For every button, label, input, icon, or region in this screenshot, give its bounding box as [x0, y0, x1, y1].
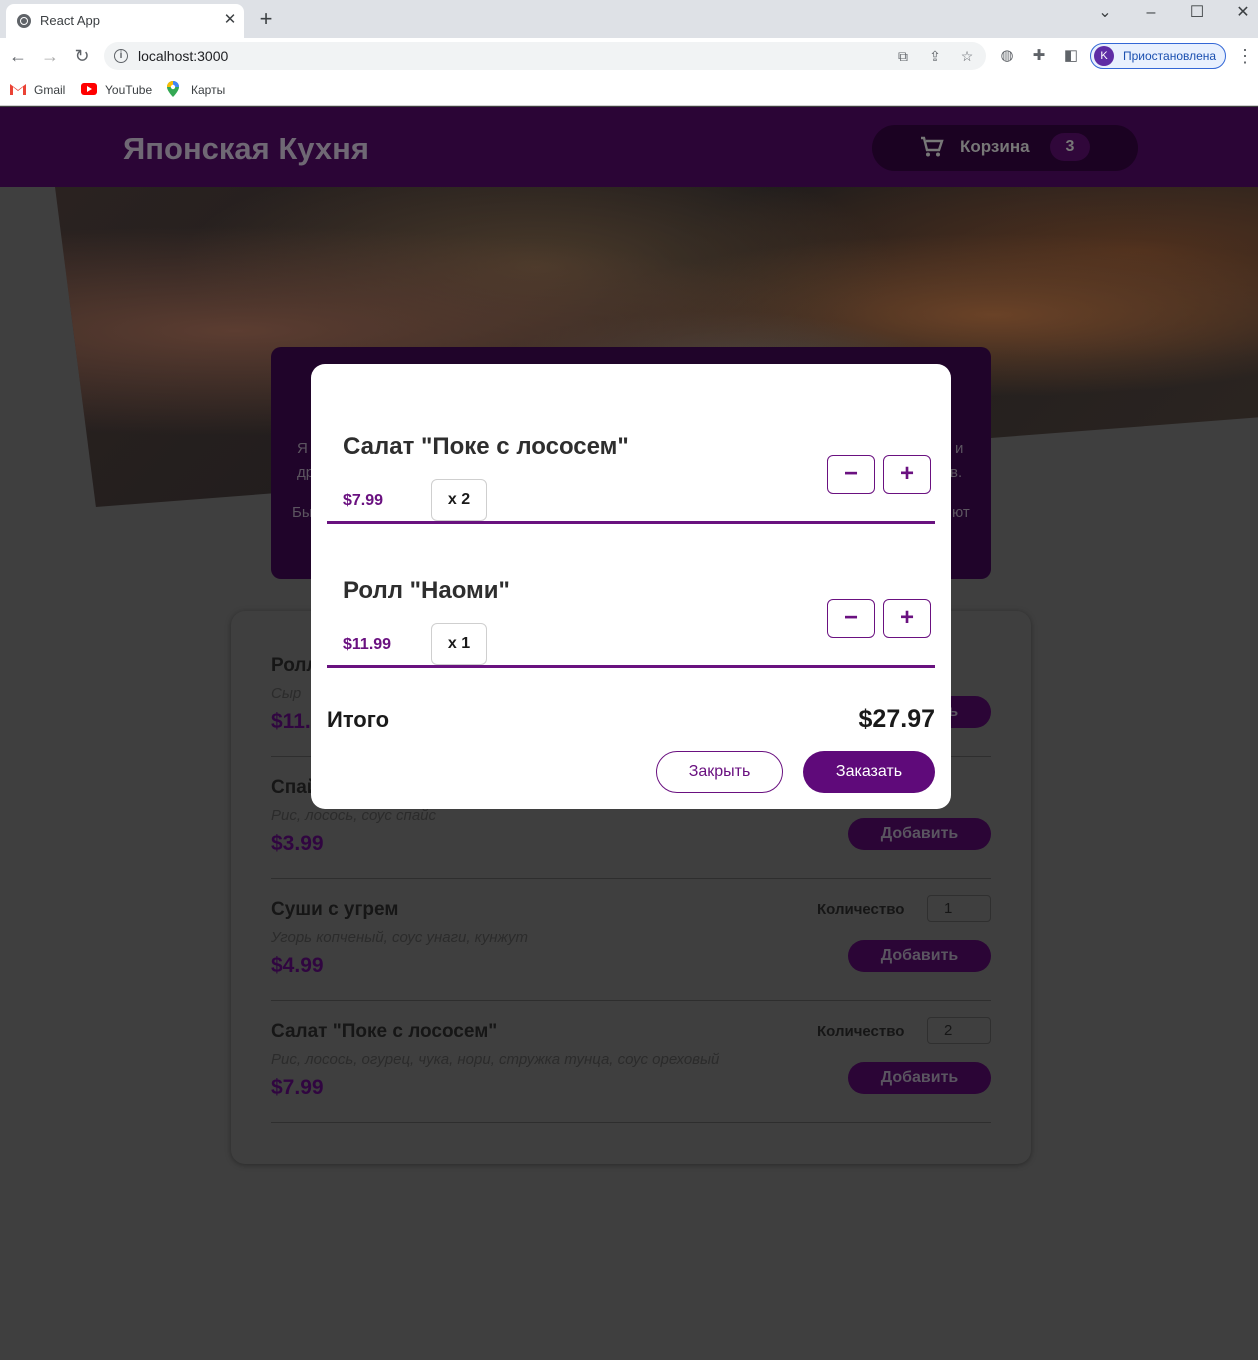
- browser-menu-icon[interactable]: ⋮: [1236, 44, 1254, 68]
- profile-button[interactable]: K Приостановлена: [1090, 43, 1226, 69]
- bookmark-label: Карты: [191, 83, 226, 97]
- close-button[interactable]: Закрыть: [656, 751, 783, 793]
- menu-item-price: $7.99: [271, 1076, 324, 1099]
- address-toolbar: ← → ↻ i localhost:3000 ⧉ ⇪ ☆ ◍ ✚ ◧ K При…: [0, 38, 1258, 74]
- close-tab-icon[interactable]: ✕: [220, 10, 240, 30]
- quantity-input[interactable]: 1: [927, 895, 991, 922]
- decrease-quantity-button[interactable]: −: [827, 455, 875, 494]
- globe-icon: [17, 14, 31, 28]
- about-text-fragment: Бы: [292, 504, 313, 521]
- forward-button[interactable]: →: [38, 44, 62, 68]
- translate-icon[interactable]: ⧉: [894, 47, 912, 65]
- maps-icon: [167, 81, 179, 97]
- decrease-quantity-button[interactable]: −: [827, 599, 875, 638]
- menu-item-description: Угорь копченый, соус унаги, кунжут: [271, 929, 528, 946]
- cart-item-quantity: x 2: [431, 479, 487, 521]
- menu-item: Суши с угрем Угорь копченый, соус унаги,…: [271, 879, 991, 1001]
- menu-item-description: Рис, лосось, огурец, чука, нори, стружка…: [271, 1051, 720, 1068]
- share-icon[interactable]: ⇪: [926, 47, 944, 65]
- profile-status: Приостановлена: [1123, 49, 1217, 63]
- window-close-button[interactable]: ✕: [1231, 2, 1255, 24]
- increase-quantity-button[interactable]: +: [883, 455, 931, 494]
- address-bar[interactable]: i localhost:3000 ⧉ ⇪ ☆: [104, 42, 986, 70]
- about-text-fragment: и: [955, 440, 964, 457]
- menu-item: Салат "Поке с лососем" Рис, лосось, огур…: [271, 1001, 991, 1123]
- cart-modal: Салат "Поке с лососем" $7.99 x 2 − + Рол…: [311, 364, 951, 809]
- bookmark-label: YouTube: [105, 83, 153, 97]
- increase-quantity-button[interactable]: +: [883, 599, 931, 638]
- total-amount: $27.97: [858, 705, 935, 733]
- menu-item-price: $3.99: [271, 832, 324, 855]
- gmail-icon: [10, 84, 26, 95]
- menu-item-description: Рис, лосось, соус спайс: [271, 807, 436, 824]
- extensions-puzzle-icon[interactable]: ✚: [1029, 46, 1049, 66]
- avatar: K: [1094, 46, 1114, 66]
- add-to-cart-button[interactable]: Добавить: [848, 1062, 991, 1094]
- cart-count-badge: 3: [1050, 133, 1090, 161]
- menu-item-name: Салат "Поке с лососем": [271, 1021, 498, 1042]
- cart-item-quantity: x 1: [431, 623, 487, 665]
- bookmark-youtube[interactable]: YouTube: [81, 80, 156, 100]
- youtube-icon: [81, 83, 97, 95]
- side-panel-icon[interactable]: ◧: [1061, 46, 1081, 66]
- cart-item-name: Салат "Поке с лососем": [343, 433, 629, 460]
- quantity-input[interactable]: 2: [927, 1017, 991, 1044]
- about-text-fragment: Я: [297, 440, 308, 457]
- total-label: Итого: [327, 707, 390, 732]
- new-tab-button[interactable]: +: [255, 8, 277, 30]
- about-text-fragment: ют: [952, 504, 970, 521]
- browser-tabbar: React App ✕ + ⌄ – ☐ ✕: [0, 0, 1258, 38]
- cart-icon: [921, 136, 944, 157]
- extension-globe-icon[interactable]: ◍: [997, 46, 1017, 66]
- menu-item-price: $11.: [271, 710, 311, 733]
- menu-item-price: $4.99: [271, 954, 324, 977]
- cart-label: Корзина: [960, 137, 1030, 156]
- bookmark-gmail[interactable]: Gmail: [10, 80, 70, 100]
- back-button[interactable]: ←: [6, 44, 30, 68]
- cart-item-price: $11.99: [343, 636, 392, 653]
- about-text-fragment: в.: [950, 464, 963, 481]
- site-header: Японская Кухня Корзина 3: [0, 107, 1258, 187]
- tab-title: React App: [40, 13, 100, 28]
- browser-tab[interactable]: React App ✕: [6, 4, 244, 38]
- cart-item: Салат "Поке с лососем" $7.99 x 2 − +: [327, 380, 935, 524]
- reload-button[interactable]: ↻: [70, 44, 94, 68]
- add-to-cart-button[interactable]: Добавить: [848, 818, 991, 850]
- bookmark-maps[interactable]: Карты: [167, 80, 232, 100]
- maximize-button[interactable]: ☐: [1185, 2, 1209, 24]
- quantity-label: Количество: [817, 1023, 905, 1040]
- cart-item-name: Ролл "Наоми": [343, 577, 510, 604]
- cart-item-price: $7.99: [343, 492, 384, 509]
- add-to-cart-button[interactable]: Добавить: [848, 940, 991, 972]
- bookmark-label: Gmail: [34, 83, 66, 97]
- quantity-label: Количество: [817, 901, 905, 918]
- cart-button[interactable]: Корзина 3: [872, 125, 1138, 171]
- url-text[interactable]: localhost:3000: [138, 48, 228, 64]
- minimize-button[interactable]: –: [1139, 2, 1163, 24]
- bookmarks-bar: Gmail YouTube Карты: [0, 74, 1258, 106]
- menu-item-description: Сыр: [271, 685, 302, 702]
- info-icon[interactable]: i: [114, 49, 128, 63]
- site-title: Японская Кухня: [123, 131, 369, 166]
- menu-item-name: Суши с угрем: [271, 899, 399, 920]
- cart-item: Ролл "Наоми" $11.99 x 1 − +: [327, 524, 935, 668]
- tab-search-icon[interactable]: ⌄: [1093, 2, 1117, 24]
- order-button[interactable]: Заказать: [803, 751, 935, 793]
- bookmark-star-icon[interactable]: ☆: [958, 47, 976, 65]
